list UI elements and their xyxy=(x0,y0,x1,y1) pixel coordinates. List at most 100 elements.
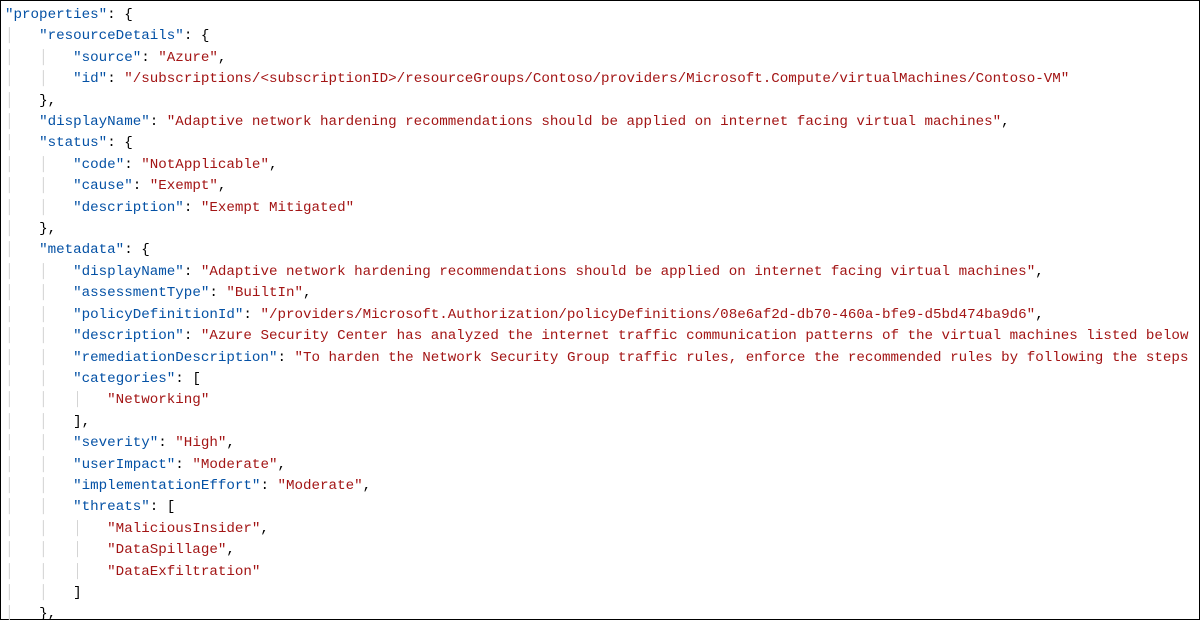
json-punct: , xyxy=(1035,264,1044,280)
json-string: "NotApplicable" xyxy=(141,157,269,173)
json-punct: : xyxy=(150,114,167,130)
indent-guides: │ │ xyxy=(5,371,73,387)
code-line: │ │ "implementationEffort": "Moderate", xyxy=(5,476,1199,497)
code-line: │ │ "userImpact": "Moderate", xyxy=(5,455,1199,476)
json-punct: : { xyxy=(107,135,133,151)
json-punct: : xyxy=(260,478,277,494)
json-punct: , xyxy=(226,435,235,451)
code-line: │ │ "categories": [ xyxy=(5,369,1199,390)
json-punct: ] xyxy=(73,585,82,601)
indent-guides: │ │ xyxy=(5,328,73,344)
json-key: "assessmentType" xyxy=(73,285,209,301)
json-string: "BuiltIn" xyxy=(226,285,303,301)
json-punct: , xyxy=(1001,114,1010,130)
code-line: │ }, xyxy=(5,604,1199,620)
indent-guides: │ │ xyxy=(5,157,73,173)
json-string: "MaliciousInsider" xyxy=(107,521,260,537)
indent-guides: │ │ xyxy=(5,457,73,473)
json-punct: , xyxy=(218,50,227,66)
indent-guides: │ │ xyxy=(5,414,73,430)
indent-guides: │ xyxy=(5,114,39,130)
code-line: │ "metadata": { xyxy=(5,240,1199,261)
json-key: "severity" xyxy=(73,435,158,451)
json-key: "description" xyxy=(73,200,184,216)
code-line: │ │ ], xyxy=(5,412,1199,433)
code-line: "properties": { xyxy=(5,5,1199,26)
code-line: │ }, xyxy=(5,91,1199,112)
json-punct: : xyxy=(124,157,141,173)
json-string: "Moderate" xyxy=(277,478,362,494)
code-line: │ │ "displayName": "Adaptive network har… xyxy=(5,262,1199,283)
json-key: "description" xyxy=(73,328,184,344)
indent-guides: │ │ xyxy=(5,264,73,280)
json-punct: : xyxy=(141,50,158,66)
code-line: │ "resourceDetails": { xyxy=(5,26,1199,47)
json-string: "Adaptive network hardening recommendati… xyxy=(201,264,1035,280)
json-punct: }, xyxy=(39,93,56,109)
json-string: "Azure Security Center has analyzed the … xyxy=(201,328,1189,344)
code-line: │ │ "threats": [ xyxy=(5,497,1199,518)
json-punct: , xyxy=(1035,307,1044,323)
json-string: "Exempt" xyxy=(150,178,218,194)
indent-guides: │ xyxy=(5,93,39,109)
json-key: "id" xyxy=(73,71,107,87)
code-line: │ │ "policyDefinitionId": "/providers/Mi… xyxy=(5,305,1199,326)
json-key: "status" xyxy=(39,135,107,151)
json-punct: : [ xyxy=(175,371,201,387)
json-punct: : { xyxy=(184,28,210,44)
json-key: "userImpact" xyxy=(73,457,175,473)
indent-guides: │ xyxy=(5,135,39,151)
code-line: │ │ "code": "NotApplicable", xyxy=(5,155,1199,176)
json-key: "categories" xyxy=(73,371,175,387)
indent-guides: │ │ xyxy=(5,585,73,601)
json-punct: , xyxy=(218,178,227,194)
json-string: "DataExfiltration" xyxy=(107,564,260,580)
json-key: "threats" xyxy=(73,499,150,515)
code-line: │ │ │ "Networking" xyxy=(5,390,1199,411)
code-line: │ │ "description": "Azure Security Cente… xyxy=(5,326,1199,347)
indent-guides: │ │ xyxy=(5,285,73,301)
indent-guides: │ │ xyxy=(5,200,73,216)
json-punct: : { xyxy=(107,7,133,23)
json-string: "/providers/Microsoft.Authorization/poli… xyxy=(260,307,1035,323)
indent-guides: │ │ │ xyxy=(5,542,107,558)
code-line: │ "displayName": "Adaptive network harde… xyxy=(5,112,1199,133)
json-punct: : xyxy=(209,285,226,301)
code-line: │ │ │ "MaliciousInsider", xyxy=(5,519,1199,540)
json-key: "remediationDescription" xyxy=(73,350,277,366)
code-line: │ │ │ "DataExfiltration" xyxy=(5,562,1199,583)
indent-guides: │ │ xyxy=(5,307,73,323)
json-punct: , xyxy=(269,157,278,173)
json-key: "policyDefinitionId" xyxy=(73,307,243,323)
json-key: "displayName" xyxy=(73,264,184,280)
json-string: "Moderate" xyxy=(192,457,277,473)
json-string: "/subscriptions/<subscriptionID>/resourc… xyxy=(124,71,1069,87)
json-punct: : xyxy=(133,178,150,194)
json-key: "implementationEffort" xyxy=(73,478,260,494)
indent-guides: │ │ │ xyxy=(5,521,107,537)
json-string: "DataSpillage" xyxy=(107,542,226,558)
code-line: │ }, xyxy=(5,219,1199,240)
json-punct: , xyxy=(277,457,286,473)
json-punct: ], xyxy=(73,414,90,430)
indent-guides: │ │ xyxy=(5,178,73,194)
code-line: │ │ │ "DataSpillage", xyxy=(5,540,1199,561)
json-key: "displayName" xyxy=(39,114,150,130)
json-string: "Networking" xyxy=(107,392,209,408)
json-punct: , xyxy=(303,285,312,301)
json-punct: , xyxy=(363,478,372,494)
indent-guides: │ │ xyxy=(5,435,73,451)
indent-guides: │ │ xyxy=(5,499,73,515)
indent-guides: │ │ xyxy=(5,478,73,494)
json-string: "To harden the Network Security Group tr… xyxy=(295,350,1189,366)
json-punct: , xyxy=(226,542,235,558)
indent-guides: │ │ xyxy=(5,350,73,366)
json-string: "Adaptive network hardening recommendati… xyxy=(167,114,1001,130)
json-string: "Exempt Mitigated" xyxy=(201,200,354,216)
code-line: │ │ "id": "/subscriptions/<subscriptionI… xyxy=(5,69,1199,90)
code-line: │ "status": { xyxy=(5,133,1199,154)
indent-guides: │ xyxy=(5,221,39,237)
indent-guides: │ │ │ xyxy=(5,564,107,580)
json-key: "properties" xyxy=(5,7,107,23)
json-key: "cause" xyxy=(73,178,133,194)
